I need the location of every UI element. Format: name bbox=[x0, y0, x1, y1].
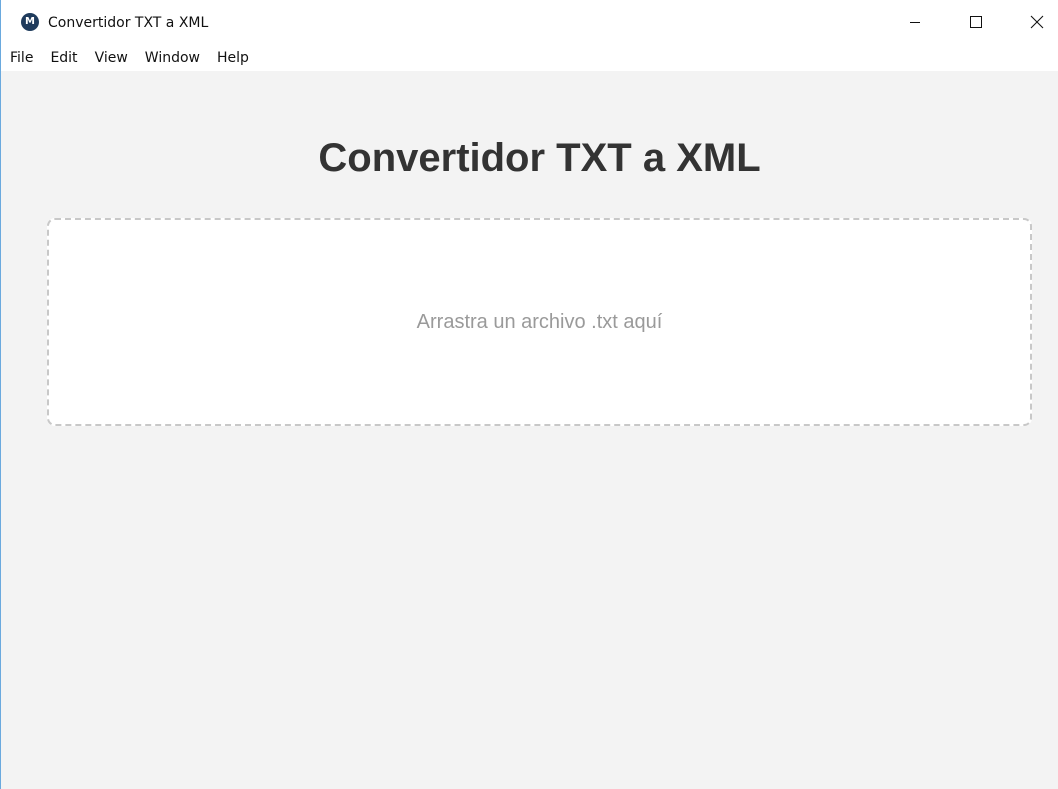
drop-zone-label: Arrastra un archivo .txt aquí bbox=[416, 310, 663, 333]
main-content: Convertidor TXT a XML Arrastra un archiv… bbox=[1, 71, 1058, 789]
window-title: Convertidor TXT a XML bbox=[48, 15, 209, 31]
minimize-icon bbox=[910, 22, 920, 23]
minimize-button[interactable] bbox=[892, 0, 938, 44]
menu-view[interactable]: View bbox=[86, 46, 136, 70]
page-title: Convertidor TXT a XML bbox=[318, 136, 761, 180]
title-bar[interactable]: M Convertidor TXT a XML bbox=[1, 0, 1058, 44]
app-icon[interactable]: M bbox=[21, 13, 39, 31]
menu-help[interactable]: Help bbox=[208, 46, 257, 70]
menu-bar: File Edit View Window Help bbox=[1, 44, 1058, 71]
menu-edit[interactable]: Edit bbox=[41, 46, 85, 70]
maximize-icon bbox=[970, 16, 982, 28]
menu-file[interactable]: File bbox=[8, 46, 41, 70]
maximize-button[interactable] bbox=[953, 0, 999, 44]
app-window: M Convertidor TXT a XML File Edit View W… bbox=[0, 0, 1058, 789]
close-icon bbox=[1030, 15, 1044, 29]
menu-window[interactable]: Window bbox=[136, 46, 208, 70]
close-button[interactable] bbox=[1014, 0, 1058, 44]
file-drop-zone[interactable]: Arrastra un archivo .txt aquí bbox=[47, 218, 1032, 426]
